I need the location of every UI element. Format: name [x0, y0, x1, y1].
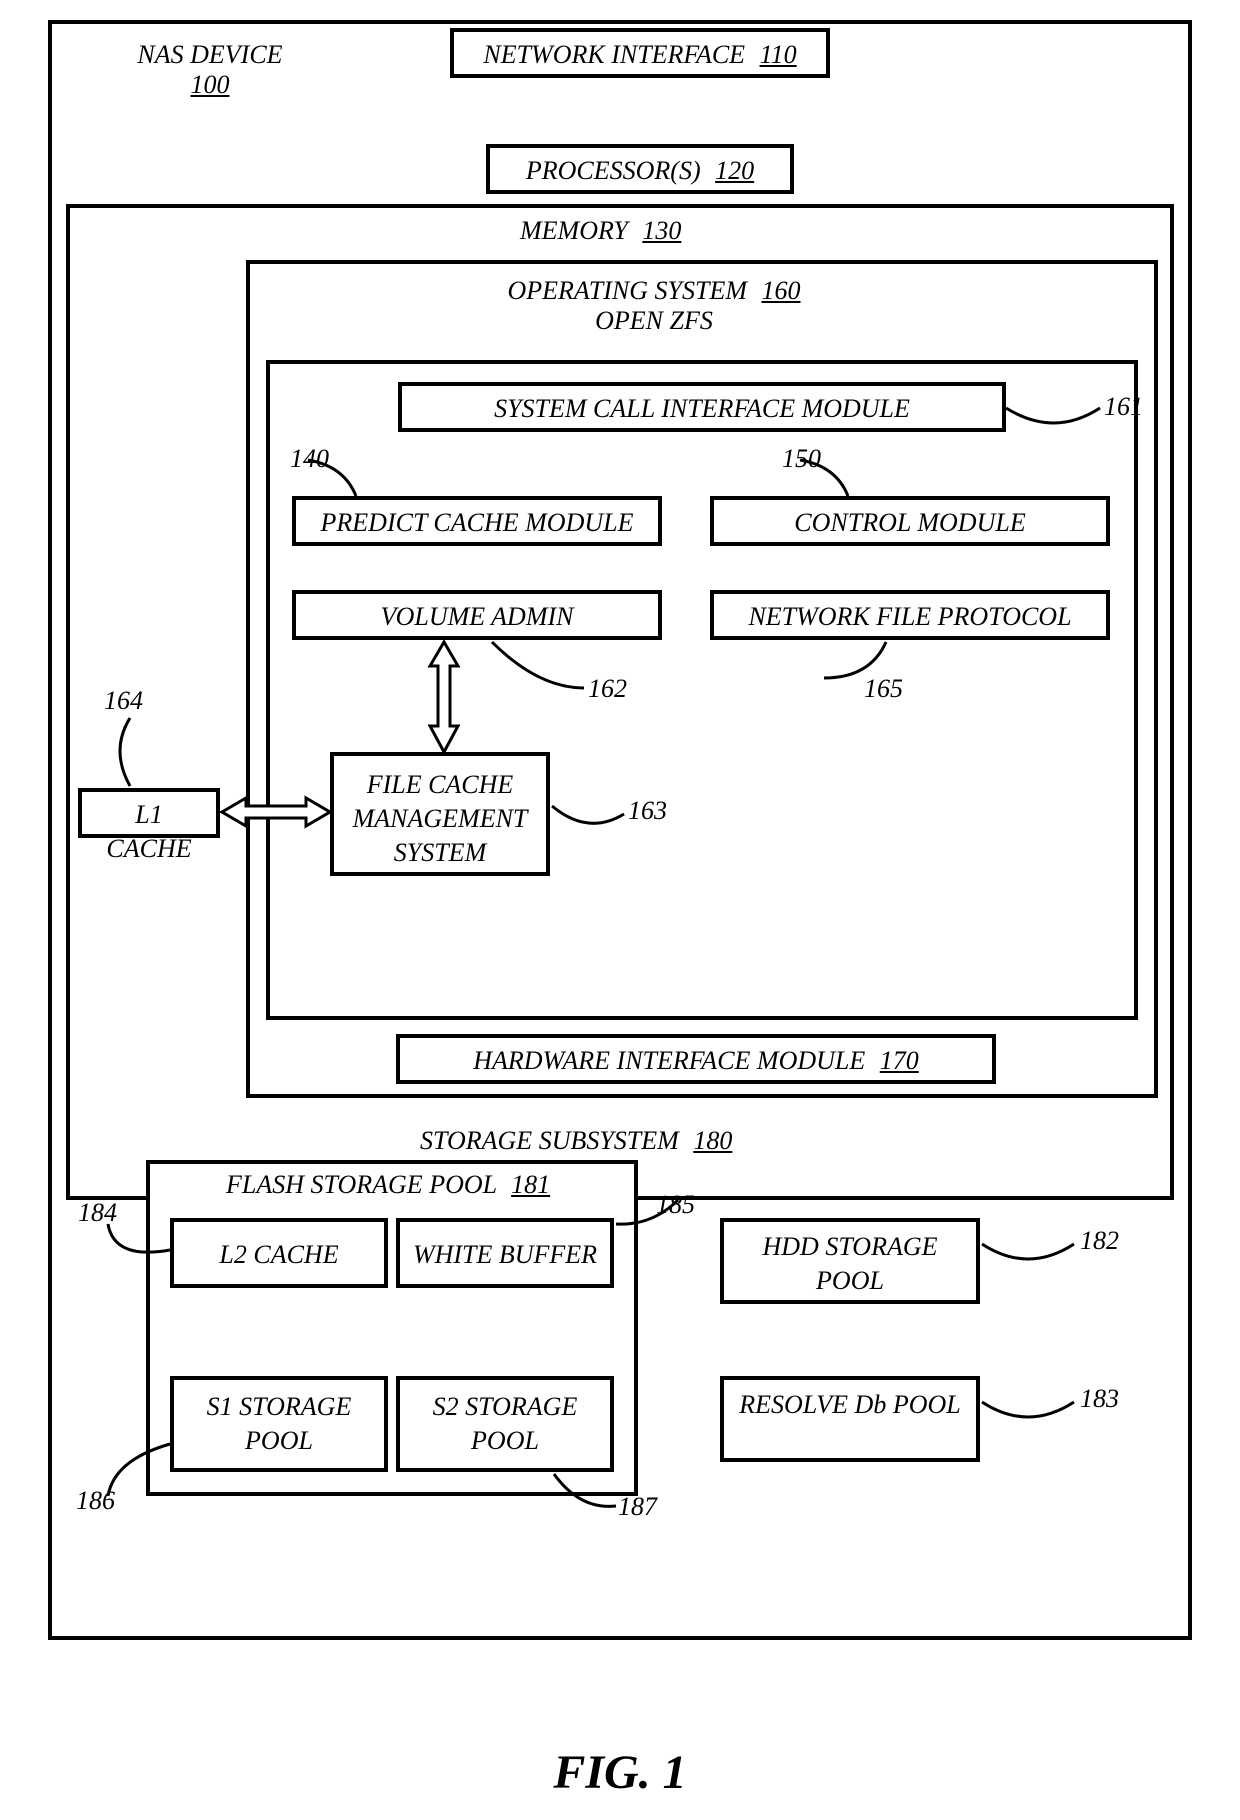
hdd-pool-text: HDD STORAGE POOL [762, 1232, 937, 1295]
memory-label: MEMORY 130 [520, 216, 681, 246]
memory-text: MEMORY [520, 216, 628, 245]
file-cache-mgmt-box: FILE CACHE MANAGEMENT SYSTEM [330, 752, 550, 876]
predict-cache-ref: 140 [290, 444, 329, 474]
double-arrow-vertical [424, 640, 464, 754]
os-text: OPERATING SYSTEM [507, 276, 747, 305]
network-interface-box: NETWORK INTERFACE 110 [450, 28, 830, 78]
hardware-interface-text: HARDWARE INTERFACE MODULE [473, 1046, 865, 1075]
storage-subsystem-ref: 180 [693, 1126, 732, 1155]
os-subtitle: OPEN ZFS [595, 306, 713, 335]
hdd-pool-ref: 182 [1080, 1226, 1119, 1256]
volume-admin-box: VOLUME ADMIN [292, 590, 662, 640]
hdd-pool-box: HDD STORAGE POOL [720, 1218, 980, 1304]
s1-pool-box: S1 STORAGE POOL [170, 1376, 388, 1472]
hardware-interface-box: HARDWARE INTERFACE MODULE 170 [396, 1034, 996, 1084]
network-interface-ref: 110 [760, 40, 797, 69]
nas-device-label: NAS DEVICE 100 [120, 40, 300, 100]
flash-pool-ref: 181 [511, 1170, 550, 1199]
flash-pool-label: FLASH STORAGE POOL 181 [226, 1170, 550, 1200]
white-buffer-box: WHITE BUFFER [396, 1218, 614, 1288]
control-module-ref: 150 [782, 444, 821, 474]
l2-cache-ref: 184 [78, 1198, 117, 1228]
white-buffer-text: WHITE BUFFER [413, 1240, 597, 1269]
memory-ref: 130 [642, 216, 681, 245]
predict-cache-text: PREDICT CACHE MODULE [321, 508, 634, 537]
flash-pool-text: FLASH STORAGE POOL [226, 1170, 497, 1199]
syscall-ref: 161 [1104, 392, 1143, 422]
l1-cache-ref: 164 [104, 686, 143, 716]
processors-ref: 120 [715, 156, 754, 185]
storage-subsystem-label: STORAGE SUBSYSTEM 180 [420, 1126, 732, 1156]
figure-label: FIG. 1 [553, 1745, 686, 1800]
network-file-protocol-text: NETWORK FILE PROTOCOL [748, 602, 1071, 631]
double-arrow-horizontal [220, 792, 332, 832]
os-inner-box [266, 360, 1138, 1020]
nas-device-ref: 100 [191, 70, 230, 99]
s1-pool-ref: 186 [76, 1486, 115, 1516]
syscall-box: SYSTEM CALL INTERFACE MODULE [398, 382, 1006, 432]
s2-pool-ref: 187 [618, 1492, 657, 1522]
os-ref: 160 [762, 276, 801, 305]
l1-cache-box: L1 CACHE [78, 788, 220, 838]
network-file-protocol-box: NETWORK FILE PROTOCOL [710, 590, 1110, 640]
nas-device-text: NAS DEVICE [137, 40, 282, 69]
s2-pool-text: S2 STORAGE POOL [433, 1392, 578, 1455]
resolve-db-text: RESOLVE Db POOL [739, 1390, 960, 1419]
network-file-protocol-ref: 165 [864, 674, 903, 704]
white-buffer-ref: 185 [656, 1190, 695, 1220]
file-cache-mgmt-ref: 163 [628, 796, 667, 826]
network-interface-text: NETWORK INTERFACE [483, 40, 745, 69]
l1-cache-text: L1 CACHE [106, 800, 191, 863]
processors-box: PROCESSOR(S) 120 [486, 144, 794, 194]
control-module-text: CONTROL MODULE [794, 508, 1025, 537]
file-cache-mgmt-text: FILE CACHE MANAGEMENT SYSTEM [353, 770, 528, 867]
volume-admin-text: VOLUME ADMIN [380, 602, 573, 631]
syscall-text: SYSTEM CALL INTERFACE MODULE [494, 394, 910, 423]
l2-cache-box: L2 CACHE [170, 1218, 388, 1288]
storage-subsystem-text: STORAGE SUBSYSTEM [420, 1126, 679, 1155]
processors-text: PROCESSOR(S) [526, 156, 701, 185]
predict-cache-box: PREDICT CACHE MODULE [292, 496, 662, 546]
hardware-interface-ref: 170 [880, 1046, 919, 1075]
s1-pool-text: S1 STORAGE POOL [207, 1392, 352, 1455]
volume-admin-ref: 162 [588, 674, 627, 704]
control-module-box: CONTROL MODULE [710, 496, 1110, 546]
l2-cache-text: L2 CACHE [219, 1240, 338, 1269]
s2-pool-box: S2 STORAGE POOL [396, 1376, 614, 1472]
resolve-db-box: RESOLVE Db POOL [720, 1376, 980, 1462]
resolve-db-ref: 183 [1080, 1384, 1119, 1414]
os-label: OPERATING SYSTEM 160 OPEN ZFS [464, 276, 844, 336]
